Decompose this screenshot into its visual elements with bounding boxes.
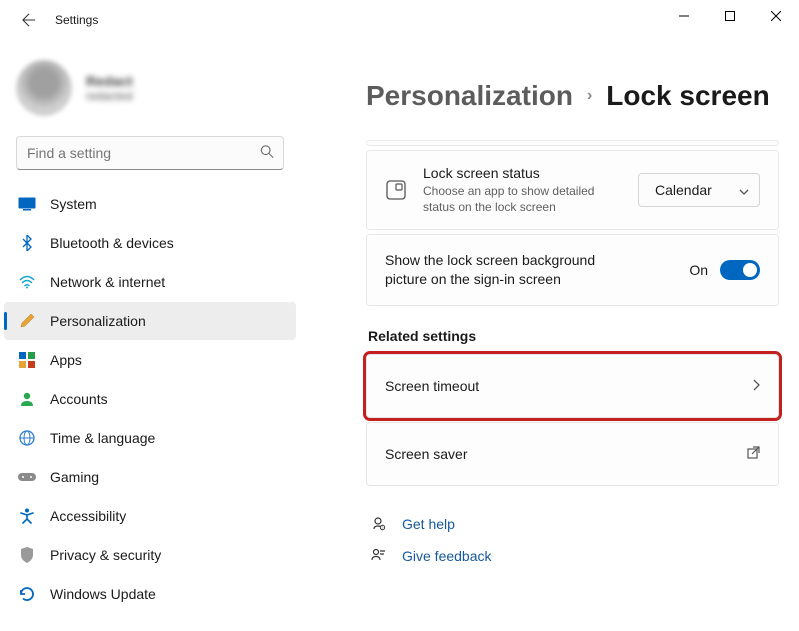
gamepad-icon bbox=[18, 468, 36, 486]
related-settings-heading: Related settings bbox=[368, 328, 779, 344]
sidebar-item-time-language[interactable]: Time & language bbox=[4, 419, 296, 457]
get-help-link[interactable]: ? Get help bbox=[366, 508, 779, 540]
arrow-left-icon bbox=[22, 13, 36, 27]
profile-name: Redact bbox=[86, 73, 133, 89]
card-subtitle: Choose an app to show detailed status on… bbox=[423, 183, 628, 215]
sidebar-item-label: Apps bbox=[50, 352, 82, 368]
link-label: Screen saver bbox=[385, 446, 747, 462]
monitor-icon bbox=[18, 195, 36, 213]
sidebar-item-label: Windows Update bbox=[50, 586, 156, 602]
apps-icon bbox=[18, 351, 36, 369]
paintbrush-icon bbox=[18, 312, 36, 330]
sidebar-item-network[interactable]: Network & internet bbox=[4, 263, 296, 301]
sidebar-item-label: Privacy & security bbox=[50, 547, 161, 563]
sidebar-item-label: Gaming bbox=[50, 469, 99, 485]
profile-sub: redacted bbox=[86, 89, 133, 103]
lock-screen-status-card[interactable]: Lock screen status Choose an app to show… bbox=[366, 150, 779, 230]
globe-icon bbox=[18, 429, 36, 447]
sidebar-item-gaming[interactable]: Gaming bbox=[4, 458, 296, 496]
nav-list: System Bluetooth & devices Network & int… bbox=[0, 182, 300, 616]
search-input[interactable] bbox=[16, 136, 284, 170]
close-icon bbox=[771, 11, 781, 21]
sidebar-item-windows-update[interactable]: Windows Update bbox=[4, 575, 296, 613]
person-icon bbox=[18, 390, 36, 408]
wifi-icon bbox=[18, 273, 36, 291]
avatar bbox=[16, 60, 72, 116]
sidebar-item-personalization[interactable]: Personalization bbox=[4, 302, 296, 340]
page-title: Lock screen bbox=[606, 80, 769, 112]
content-area: Personalization › Lock screen Lock scree… bbox=[300, 40, 799, 631]
dropdown-value: Calendar bbox=[655, 182, 739, 198]
external-link-icon bbox=[747, 446, 760, 462]
status-detail-icon bbox=[385, 179, 407, 201]
give-feedback-link[interactable]: Give feedback bbox=[366, 540, 779, 572]
update-icon bbox=[18, 585, 36, 603]
card-text: Lock screen status Choose an app to show… bbox=[423, 165, 638, 215]
chevron-right-icon: › bbox=[587, 87, 592, 105]
search-icon bbox=[260, 145, 274, 162]
breadcrumb: Personalization › Lock screen bbox=[366, 80, 779, 112]
sidebar-item-label: Personalization bbox=[50, 313, 146, 329]
breadcrumb-parent[interactable]: Personalization bbox=[366, 80, 573, 112]
chevron-down-icon bbox=[739, 182, 749, 198]
shield-icon bbox=[18, 546, 36, 564]
close-button[interactable] bbox=[753, 0, 799, 32]
window-controls bbox=[661, 0, 799, 32]
maximize-button[interactable] bbox=[707, 0, 753, 32]
maximize-icon bbox=[725, 11, 735, 21]
sidebar-item-label: Bluetooth & devices bbox=[50, 235, 174, 251]
toggle-label: Show the lock screen background picture … bbox=[385, 251, 689, 289]
card-edge bbox=[366, 140, 779, 146]
bluetooth-icon bbox=[18, 234, 36, 252]
profile-block[interactable]: Redact redacted bbox=[0, 50, 300, 136]
main-layout: Redact redacted System Bluetooth & devic… bbox=[0, 40, 799, 631]
footer-links: ? Get help Give feedback bbox=[366, 508, 779, 572]
minimize-icon bbox=[679, 11, 689, 21]
screen-saver-link[interactable]: Screen saver bbox=[366, 422, 779, 486]
sidebar-item-accounts[interactable]: Accounts bbox=[4, 380, 296, 418]
sidebar-item-label: Network & internet bbox=[50, 274, 165, 290]
sidebar-item-bluetooth[interactable]: Bluetooth & devices bbox=[4, 224, 296, 262]
card-title: Lock screen status bbox=[423, 165, 628, 181]
help-icon: ? bbox=[368, 516, 388, 532]
sidebar-item-apps[interactable]: Apps bbox=[4, 341, 296, 379]
screen-timeout-link[interactable]: Screen timeout bbox=[366, 354, 779, 418]
footer-link-label: Get help bbox=[402, 516, 455, 532]
window-title: Settings bbox=[55, 13, 98, 27]
accessibility-icon bbox=[18, 507, 36, 525]
sidebar-item-label: Accounts bbox=[50, 391, 108, 407]
sidebar-item-accessibility[interactable]: Accessibility bbox=[4, 497, 296, 535]
sidebar-item-privacy[interactable]: Privacy & security bbox=[4, 536, 296, 574]
link-label: Screen timeout bbox=[385, 378, 753, 394]
profile-text: Redact redacted bbox=[86, 73, 133, 103]
toggle-state-text: On bbox=[689, 262, 708, 278]
show-bg-signin-row: Show the lock screen background picture … bbox=[366, 234, 779, 306]
search-box bbox=[16, 136, 284, 170]
sidebar-item-label: Time & language bbox=[50, 430, 155, 446]
sidebar: Redact redacted System Bluetooth & devic… bbox=[0, 40, 300, 631]
bg-signin-toggle[interactable] bbox=[720, 260, 760, 280]
footer-link-label: Give feedback bbox=[402, 548, 492, 564]
status-app-dropdown[interactable]: Calendar bbox=[638, 173, 760, 207]
back-button[interactable] bbox=[15, 6, 43, 34]
sidebar-item-label: System bbox=[50, 196, 97, 212]
svg-text:?: ? bbox=[382, 526, 384, 530]
minimize-button[interactable] bbox=[661, 0, 707, 32]
chevron-right-icon bbox=[753, 378, 760, 394]
sidebar-item-label: Accessibility bbox=[50, 508, 126, 524]
feedback-icon bbox=[368, 548, 388, 564]
sidebar-item-system[interactable]: System bbox=[4, 185, 296, 223]
